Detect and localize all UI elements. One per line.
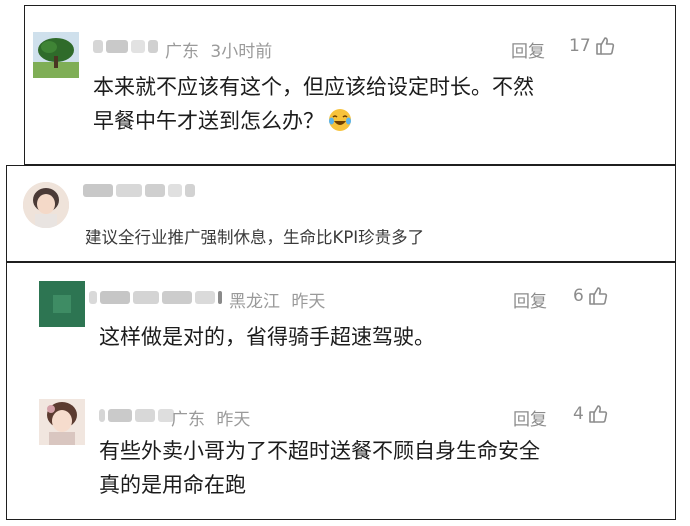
like-button[interactable]: 17 [569, 36, 615, 56]
like-button[interactable]: 6 [573, 286, 608, 306]
thumbs-up-icon [589, 287, 607, 305]
comment-meta: 广东 昨天 [171, 405, 250, 430]
comment-text-line-2: 真的是用命在跑 [99, 473, 246, 497]
comment-time: 3小时前 [210, 42, 273, 62]
username-blurred[interactable] [93, 40, 158, 53]
comment-location: 黑龙江 [229, 292, 280, 312]
reply-button[interactable]: 回复 [513, 287, 547, 312]
laughing-crying-emoji-icon [329, 109, 351, 131]
comment-text-line-2-content: 早餐中午才送到怎么办？ [93, 109, 324, 133]
girl-avatar-image [23, 182, 69, 228]
like-count: 17 [569, 36, 591, 56]
like-button[interactable]: 4 [573, 404, 608, 424]
tree-avatar-image [33, 32, 79, 78]
anime-girl-avatar-image [39, 399, 85, 445]
avatar[interactable] [39, 281, 85, 327]
reply-button[interactable]: 回复 [513, 405, 547, 430]
comment-text-line-1: 本来就不应该有这个，但应该给设定时长。不然 [93, 75, 534, 99]
comment-meta: 广东 3小时前 [165, 37, 272, 62]
thumbs-up-icon [589, 405, 607, 423]
comment-card-3: 黑龙江 昨天 回复 6 这样做是对的，省得骑手超速驾驶。 广东 昨天 回复 4 [6, 262, 676, 520]
like-count: 6 [573, 286, 584, 306]
username-blurred[interactable] [89, 291, 222, 304]
avatar[interactable] [23, 182, 69, 228]
comment-text: 这样做是对的，省得骑手超速驾驶。 [99, 325, 435, 349]
username-blurred[interactable] [99, 409, 174, 422]
avatar[interactable] [39, 399, 85, 445]
comment-meta: 黑龙江 昨天 [229, 287, 325, 312]
comment-time: 昨天 [291, 292, 326, 312]
comment-location: 广东 [171, 410, 205, 430]
reply-button[interactable]: 回复 [511, 37, 545, 62]
comment-location: 广东 [165, 42, 199, 62]
comment-card-2: 建议全行业推广强制休息，生命比KPI珍贵多了 [6, 165, 676, 262]
avatar[interactable] [33, 32, 79, 78]
comment-card-1: 广东 3小时前 回复 17 本来就不应该有这个，但应该给设定时长。不然 早餐中午… [24, 5, 676, 165]
green-avatar-image [39, 281, 85, 327]
comment-text: 建议全行业推广强制休息，生命比KPI珍贵多了 [85, 228, 425, 247]
username-blurred[interactable] [83, 184, 195, 197]
comment-time: 昨天 [216, 410, 251, 430]
like-count: 4 [573, 404, 584, 424]
comment-text-line-1: 有些外卖小哥为了不超时送餐不顾自身生命安全 [99, 439, 540, 463]
thumbs-up-icon [595, 37, 614, 55]
comment-text-line-2: 早餐中午才送到怎么办？ [93, 104, 352, 138]
